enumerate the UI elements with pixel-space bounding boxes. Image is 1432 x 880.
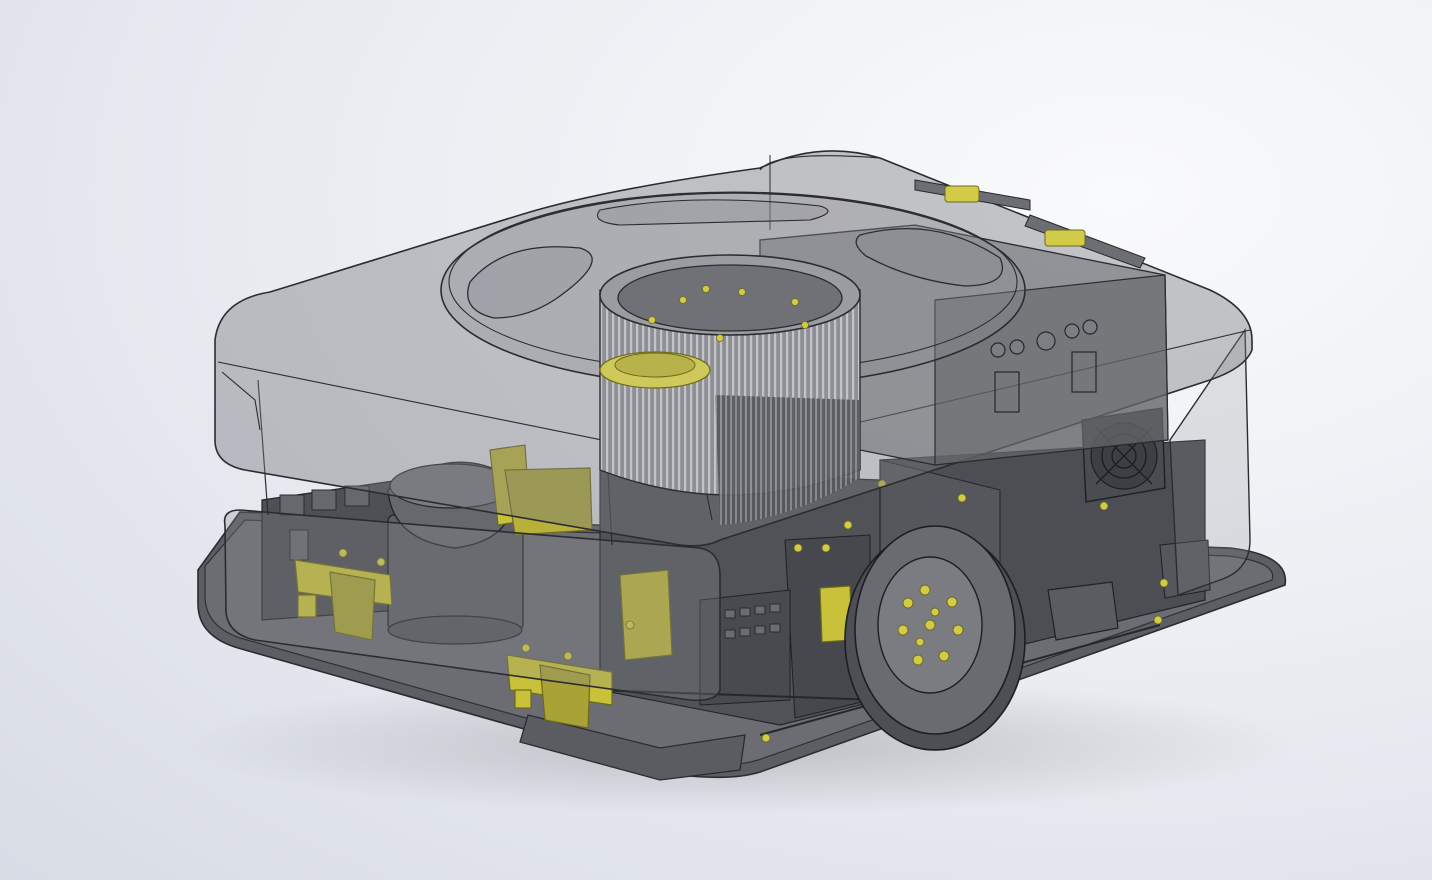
cad-model-render[interactable]: [0, 0, 1432, 880]
cad-viewport[interactable]: [0, 0, 1432, 880]
pinion-gear: [599, 351, 711, 389]
